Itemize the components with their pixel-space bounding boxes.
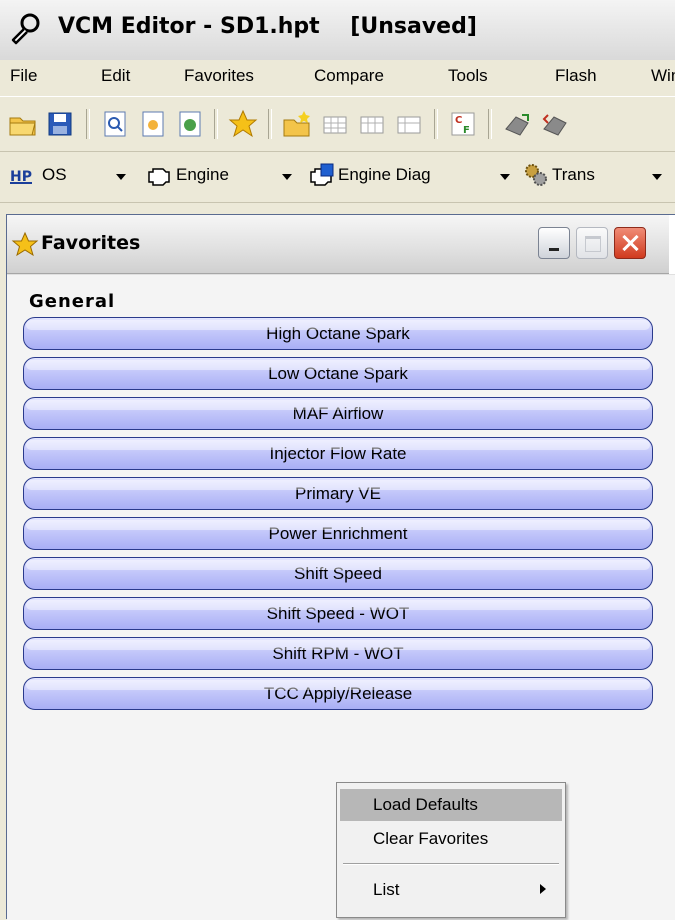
wrench-icon: [11, 13, 40, 45]
menu-clear-favorites[interactable]: Clear Favorites: [340, 823, 562, 855]
group-label: General: [29, 291, 116, 312]
close-button[interactable]: [614, 227, 646, 259]
compare-file-icon[interactable]: [175, 109, 205, 139]
menu-item-label: Clear Favorites: [373, 829, 489, 848]
open-file-icon[interactable]: [138, 109, 168, 139]
checksum-icon[interactable]: CF: [448, 109, 478, 139]
table-diff-icon[interactable]: [394, 109, 424, 139]
engine-diag-icon: [310, 163, 334, 186]
favorite-shift-speed-wot[interactable]: Shift Speed - WOT: [23, 597, 653, 630]
category-toolbar: HP OS Engine Engine Diag Trans: [0, 152, 675, 203]
menu-window[interactable]: Win: [651, 66, 675, 86]
menu-list[interactable]: List: [340, 874, 562, 906]
tab-engine[interactable]: Engine: [176, 165, 229, 185]
favorites-star-icon: [11, 231, 39, 257]
menu-bar: File Edit Favorites Compare Tools Flash …: [0, 60, 675, 97]
favorites-title-bar[interactable]: Favorites: [7, 215, 669, 274]
engine-dropdown-arrow[interactable]: [282, 174, 292, 180]
favorite-injector-flow-rate[interactable]: Injector Flow Rate: [23, 437, 653, 470]
favorite-high-octane-spark[interactable]: High Octane Spark: [23, 317, 653, 350]
tab-trans[interactable]: Trans: [552, 165, 595, 185]
hp-logo-icon: HP: [10, 169, 32, 185]
read-vehicle-icon[interactable]: [502, 109, 532, 139]
find-icon[interactable]: [100, 109, 130, 139]
engine-icon: [148, 168, 170, 186]
table-compare-icon[interactable]: [357, 109, 387, 139]
menu-load-defaults[interactable]: Load Defaults: [340, 789, 562, 821]
favorite-power-enrichment[interactable]: Power Enrichment: [23, 517, 653, 550]
submenu-arrow-icon: [540, 884, 546, 894]
menu-flash[interactable]: Flash: [555, 66, 597, 86]
minimize-button[interactable]: [538, 227, 570, 259]
write-vehicle-icon[interactable]: [540, 109, 570, 139]
svg-text:C: C: [455, 115, 462, 126]
menu-item-label: Load Defaults: [373, 795, 478, 814]
trans-dropdown-arrow[interactable]: [652, 174, 662, 180]
favorite-primary-ve[interactable]: Primary VE: [23, 477, 653, 510]
save-icon[interactable]: [45, 109, 75, 139]
menu-file[interactable]: File: [10, 66, 37, 86]
menu-favorites[interactable]: Favorites: [184, 66, 254, 86]
context-menu: Load Defaults Clear Favorites List: [336, 782, 566, 918]
new-folder-icon[interactable]: [282, 109, 312, 139]
svg-text:F: F: [463, 125, 470, 136]
tab-engine-diag[interactable]: Engine Diag: [338, 165, 431, 185]
favorites-star-icon[interactable]: [228, 109, 258, 139]
menu-item-label: List: [373, 880, 400, 899]
favorite-low-octane-spark[interactable]: Low Octane Spark: [23, 357, 653, 390]
favorite-shift-speed[interactable]: Shift Speed: [23, 557, 653, 590]
title-bar: VCM Editor - SD1.hpt [Unsaved]: [0, 0, 675, 61]
trans-gear-icon: [525, 164, 547, 186]
engine-diag-dropdown-arrow[interactable]: [500, 174, 510, 180]
menu-compare[interactable]: Compare: [314, 66, 384, 86]
window-title: VCM Editor - SD1.hpt [Unsaved]: [58, 14, 477, 39]
favorites-title: Favorites: [41, 232, 141, 254]
os-dropdown-arrow[interactable]: [116, 174, 126, 180]
favorite-shift-rpm-wot[interactable]: Shift RPM - WOT: [23, 637, 653, 670]
favorite-maf-airflow[interactable]: MAF Airflow: [23, 397, 653, 430]
main-toolbar: CF: [0, 97, 675, 152]
maximize-button[interactable]: [576, 227, 608, 259]
open-folder-icon[interactable]: [8, 109, 38, 139]
menu-tools[interactable]: Tools: [448, 66, 488, 86]
tab-os[interactable]: OS: [42, 165, 67, 185]
menu-separator: [343, 863, 559, 865]
table-icon[interactable]: [320, 109, 350, 139]
menu-edit[interactable]: Edit: [101, 66, 130, 86]
favorite-tcc-apply-release[interactable]: TCC Apply/Release: [23, 677, 653, 710]
